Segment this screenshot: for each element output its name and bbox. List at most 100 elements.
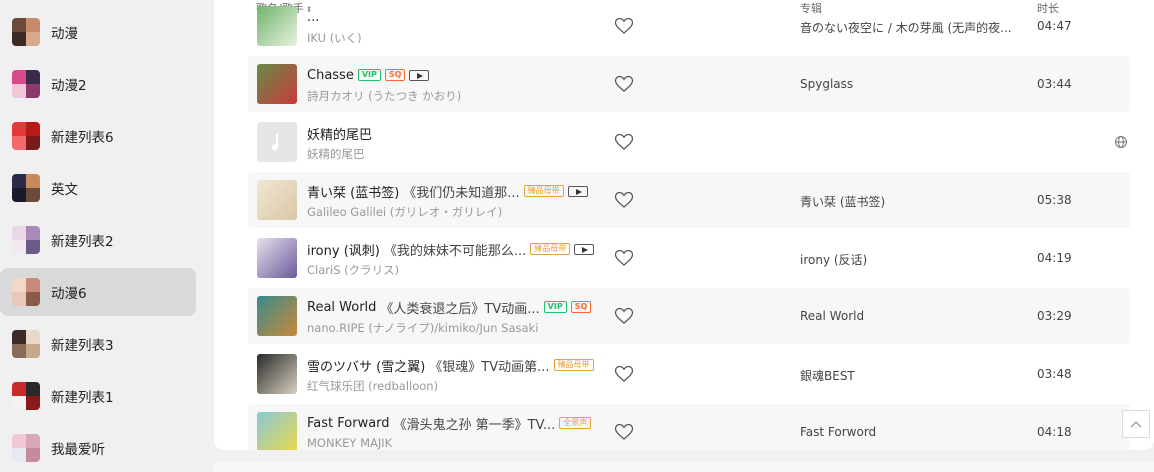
song-artist[interactable]: ClariS (クラリス) bbox=[307, 262, 399, 278]
playlist-label: 动漫6 bbox=[51, 286, 87, 302]
playlist-cover bbox=[12, 122, 40, 150]
quality-badge: 臻品母带 bbox=[523, 185, 564, 197]
song-subtitle: 《我的妹妹不可能那么... bbox=[383, 243, 527, 259]
mv-play-icon[interactable] bbox=[567, 185, 588, 197]
song-album[interactable]: 青い栞 (蓝书签) bbox=[800, 193, 885, 210]
heart-icon[interactable] bbox=[614, 423, 634, 441]
song-cover bbox=[257, 354, 297, 394]
song-artist[interactable]: nano.RIPE (ナノライプ)/kimiko/Jun Sasaki bbox=[307, 320, 538, 336]
quality-badge: 全景声 bbox=[559, 417, 592, 429]
table-row[interactable]: irony (讽刺) 《我的妹妹不可能那么... 臻品母带 ClariS (クラリス)… bbox=[248, 230, 1130, 286]
song-duration: 04:18 bbox=[1037, 425, 1072, 439]
playlist-cover bbox=[12, 278, 40, 306]
sidebar-playlist-item[interactable]: 英文 bbox=[0, 164, 196, 212]
song-duration: 04:19 bbox=[1037, 251, 1072, 265]
song-album[interactable]: 銀魂BEST bbox=[800, 367, 855, 384]
song-subtitle: 《滑头鬼之孙 第一季》TV... bbox=[393, 417, 556, 433]
song-artist[interactable]: 妖精的尾巴 bbox=[307, 146, 365, 162]
song-subtitle: 《人类衰退之后》TV动画... bbox=[380, 301, 540, 317]
song-duration: 04:47 bbox=[1037, 19, 1072, 33]
quality-badge: 臻品母带 bbox=[530, 243, 571, 255]
song-subtitle: 《银魂》TV动画第... bbox=[429, 359, 550, 375]
song-duration: 05:38 bbox=[1037, 193, 1072, 207]
heart-icon[interactable] bbox=[614, 249, 634, 267]
playlist-label: 新建列表3 bbox=[51, 338, 114, 354]
song-artist[interactable]: 詩月カオリ (うたつき かおり) bbox=[307, 88, 461, 104]
song-cover bbox=[257, 238, 297, 278]
song-album[interactable]: irony (反话) bbox=[800, 251, 867, 268]
heart-icon[interactable] bbox=[614, 365, 634, 383]
song-title[interactable]: Real World bbox=[307, 300, 376, 315]
heart-icon[interactable] bbox=[614, 75, 634, 93]
playlist-label: 新建列表6 bbox=[51, 130, 114, 146]
sidebar-playlist-item[interactable]: 动漫6 bbox=[0, 268, 196, 316]
playlist-label: 新建列表1 bbox=[51, 390, 114, 406]
heart-icon[interactable] bbox=[614, 191, 634, 209]
sidebar-playlist-item[interactable]: 动漫 bbox=[0, 8, 196, 56]
quality-badge: 臻品母带 bbox=[553, 359, 594, 371]
song-album[interactable]: Spyglass bbox=[800, 77, 853, 91]
playlist-label: 新建列表2 bbox=[51, 234, 114, 250]
bottom-edge bbox=[214, 462, 1154, 472]
sidebar-playlist-item[interactable]: 新建列表2 bbox=[0, 216, 196, 264]
playlist-cover bbox=[12, 174, 40, 202]
playlist-cover bbox=[12, 226, 40, 254]
song-title[interactable]: Chasse bbox=[307, 68, 354, 83]
playlist-cover bbox=[12, 70, 40, 98]
table-row[interactable]: ... IKU (いく) 音のない夜空に / 木の芽風 (无声的夜... 04:47 bbox=[248, 0, 1130, 54]
sidebar-playlist-item[interactable]: 新建列表3 bbox=[0, 320, 196, 368]
song-cover bbox=[257, 6, 297, 46]
globe-icon[interactable] bbox=[1114, 134, 1128, 148]
song-artist[interactable]: Galileo Galilei (ガリレオ・ガリレイ) bbox=[307, 204, 502, 220]
song-title[interactable]: Fast Forward bbox=[307, 416, 390, 431]
song-title-line: Chasse VIP SQ bbox=[307, 66, 430, 84]
song-artist[interactable]: 红气球乐团 (redballoon) bbox=[307, 378, 438, 394]
playlist-cover bbox=[12, 18, 40, 46]
quality-badge: VIP bbox=[357, 69, 381, 81]
song-title[interactable]: ... bbox=[307, 10, 319, 25]
song-cover bbox=[257, 64, 297, 104]
song-title[interactable]: irony (讽刺) bbox=[307, 240, 380, 259]
table-row[interactable]: 妖精的尾巴 妖精的尾巴 bbox=[248, 114, 1130, 170]
song-title-line: Fast Forward 《滑头鬼之孙 第一季》TV... 全景声 bbox=[307, 414, 592, 433]
heart-icon[interactable] bbox=[614, 17, 634, 35]
table-row[interactable]: 雪のツバサ (雪之翼) 《银魂》TV动画第... 臻品母带红气球乐团 (redbal… bbox=[248, 346, 1130, 402]
playlist-cover bbox=[12, 330, 40, 358]
song-title-line: Real World 《人类衰退之后》TV动画... VIP SQ bbox=[307, 298, 592, 317]
mv-play-icon[interactable] bbox=[409, 69, 430, 81]
heart-icon[interactable] bbox=[614, 307, 634, 325]
song-title[interactable]: 妖精的尾巴 bbox=[307, 124, 372, 143]
table-row[interactable]: Real World 《人类衰退之后》TV动画... VIP SQ nano.RIPE … bbox=[248, 288, 1130, 344]
quality-badge: SQ bbox=[570, 301, 592, 313]
song-list-panel: 歌名/歌手⬍ 专辑 时长 ...IKU (いく)音のない夜空に / 木の芽風 (… bbox=[214, 0, 1154, 450]
mv-play-icon[interactable] bbox=[574, 243, 595, 255]
song-cover bbox=[257, 122, 297, 162]
song-title[interactable]: 青い栞 (蓝书签) bbox=[307, 182, 399, 201]
song-artist[interactable]: IKU (いく) bbox=[307, 30, 362, 46]
song-title-line: 青い栞 (蓝书签) 《我们仍未知道那... 臻品母带 bbox=[307, 182, 588, 201]
song-album[interactable]: 音のない夜空に / 木の芽風 (无声的夜... bbox=[800, 19, 1012, 36]
table-row[interactable]: Chasse VIP SQ 詩月カオリ (うたつき かおり) Spyglass 03:44 bbox=[248, 56, 1130, 112]
playlist-label: 英文 bbox=[51, 182, 78, 198]
song-title[interactable]: 雪のツバサ (雪之翼) bbox=[307, 356, 425, 375]
sidebar-playlist-item[interactable]: 我最爱听 bbox=[0, 424, 196, 472]
playlist-label: 动漫 bbox=[51, 26, 78, 42]
song-album[interactable]: Fast Forword bbox=[800, 425, 876, 439]
back-to-top-button[interactable] bbox=[1122, 410, 1150, 438]
table-row[interactable]: 青い栞 (蓝书签) 《我们仍未知道那... 臻品母带 Galileo Galilei … bbox=[248, 172, 1130, 228]
sidebar-playlist-item[interactable]: 新建列表6 bbox=[0, 112, 196, 160]
table-row[interactable]: Fast Forward 《滑头鬼之孙 第一季》TV... 全景声 MONKEY MA… bbox=[248, 404, 1130, 450]
sidebar-playlist-item[interactable]: 动漫2 bbox=[0, 60, 196, 108]
sidebar-playlist-item[interactable]: 新建列表1 bbox=[0, 372, 196, 420]
song-cover bbox=[257, 296, 297, 336]
song-title-line: irony (讽刺) 《我的妹妹不可能那么... 臻品母带 bbox=[307, 240, 595, 259]
song-album[interactable]: Real World bbox=[800, 309, 864, 323]
playlist-sidebar: 动漫动漫2 新建列表6 英文新建列表2 动漫6 新建列表3 新建列表1 我最爱听 bbox=[0, 0, 214, 472]
song-artist[interactable]: MONKEY MAJIK bbox=[307, 436, 392, 450]
playlist-label: 我最爱听 bbox=[51, 442, 105, 458]
playlist-label: 动漫2 bbox=[51, 78, 87, 94]
song-duration: 03:44 bbox=[1037, 77, 1072, 91]
heart-icon[interactable] bbox=[614, 133, 634, 151]
quality-badge: VIP bbox=[543, 301, 567, 313]
song-cover bbox=[257, 412, 297, 450]
